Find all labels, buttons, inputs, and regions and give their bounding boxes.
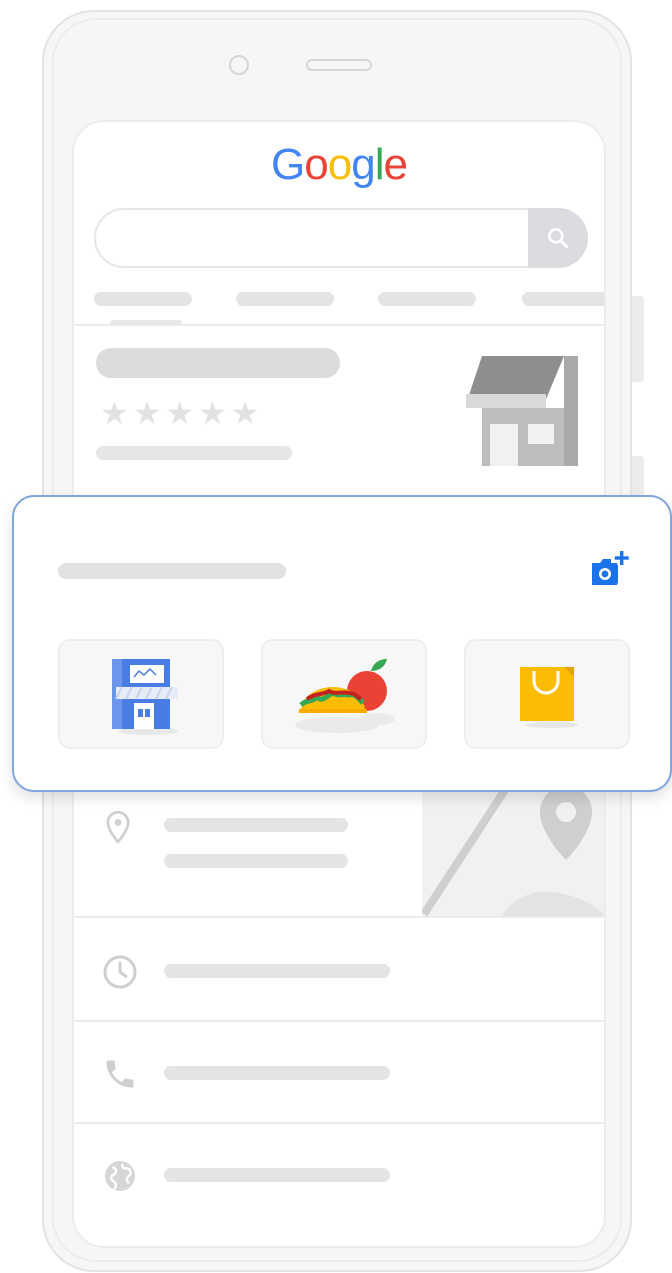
phone-icon [106,1060,134,1088]
tab-placeholder[interactable] [94,292,192,306]
phone-power-button [632,456,644,496]
rating-stars: ★★★★★ [100,395,264,431]
location-pin-icon [106,810,130,844]
map-pin-icon [422,776,604,916]
add-photo-icon[interactable] [588,549,630,591]
category-tile-store[interactable] [58,639,224,749]
add-photos-card [12,495,672,792]
logo-letter: l [374,140,385,189]
earpiece-speaker [306,59,372,71]
logo-letter: g [351,140,376,189]
logo-letter: e [383,140,408,189]
card-title-placeholder [58,563,286,579]
google-logo: Google [74,140,604,190]
business-category-placeholder [96,446,292,460]
logo-letter: G [271,140,305,189]
website-placeholder [164,1168,390,1182]
storefront-thumbnail-icon [466,356,578,466]
food-icon [295,659,395,733]
tabs-divider [74,324,604,326]
search-input[interactable] [116,222,500,256]
search-button[interactable] [528,208,588,268]
row-divider [74,1122,604,1124]
tab-placeholder[interactable] [522,292,604,306]
category-tile-shopping[interactable] [464,639,630,749]
phone-volume-button [632,296,644,382]
hours-placeholder [164,964,390,978]
logo-letter: o [304,140,329,189]
phone-number-placeholder [164,1066,390,1080]
tab-placeholder[interactable] [378,292,476,306]
business-name-placeholder [96,348,340,378]
category-tile-food[interactable] [261,639,427,749]
tab-placeholder[interactable] [236,292,334,306]
shopping-bag-icon [520,667,578,728]
globe-icon [105,1161,135,1191]
clock-icon [103,955,137,989]
storefront-icon [112,659,178,735]
address-line-placeholder [164,854,348,868]
front-camera [229,55,249,75]
search-bar [94,208,588,268]
row-divider [74,916,604,918]
address-line-placeholder [164,818,348,832]
logo-letter: o [327,140,353,189]
map-thumbnail[interactable] [422,776,604,916]
row-divider [74,1020,604,1022]
search-icon [548,228,569,249]
